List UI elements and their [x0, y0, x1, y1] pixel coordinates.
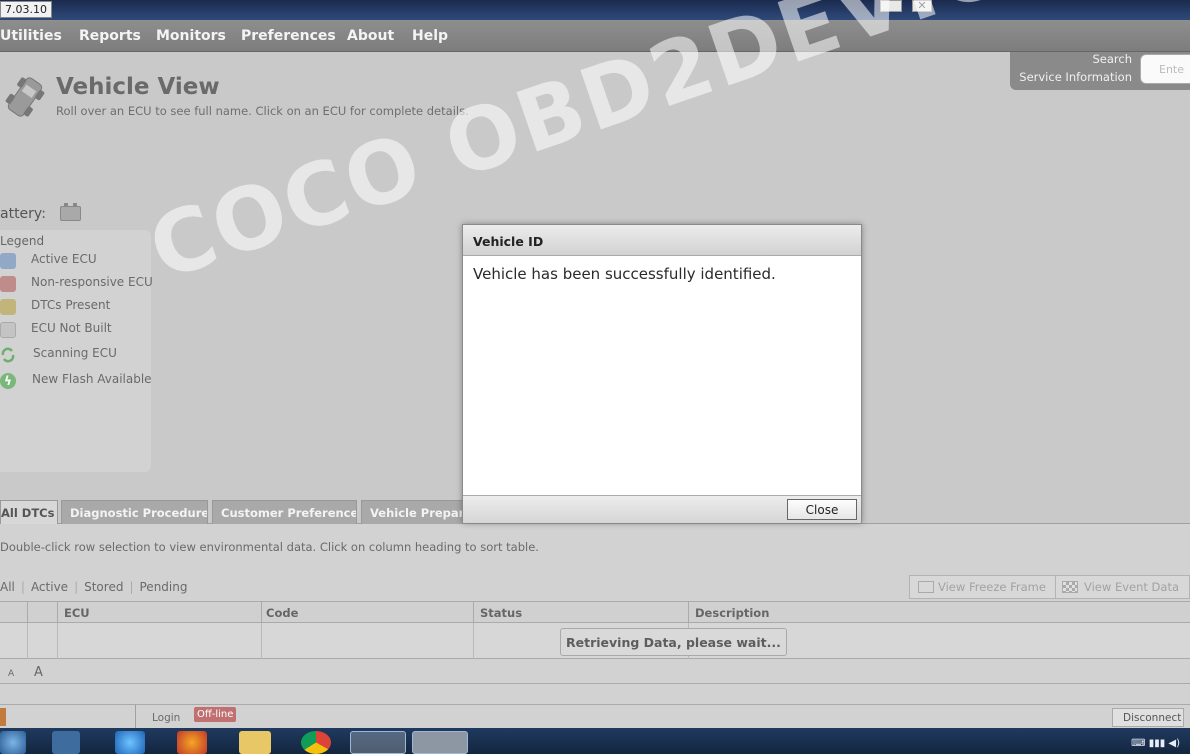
legend-item: Scanning ECU: [0, 344, 151, 364]
tab-all-dtcs[interactable]: All DTCs: [0, 500, 58, 524]
filter-all[interactable]: All: [0, 580, 15, 594]
decrease-font-button[interactable]: A: [8, 669, 14, 679]
legend-label: ECU Not Built: [31, 321, 112, 335]
view-event-data-button[interactable]: View Event Data: [1055, 575, 1190, 599]
legend-item: ECU Not Built: [0, 319, 151, 339]
legend-label: DTCs Present: [31, 298, 111, 312]
menu-about[interactable]: About: [347, 28, 394, 44]
dialog-footer: Close: [463, 495, 861, 523]
column-blank: [28, 602, 58, 624]
column-status[interactable]: Status: [474, 602, 689, 624]
tab-customer-preferences[interactable]: Customer Preferences: [212, 500, 357, 524]
service-information-label: Service Information: [1019, 70, 1132, 84]
flash-icon: ϟ: [0, 373, 16, 389]
start-button-icon[interactable]: [0, 731, 26, 754]
column-ecu[interactable]: ECU: [58, 602, 262, 624]
firefox-icon[interactable]: [177, 731, 207, 754]
app-window-icon[interactable]: [412, 731, 468, 754]
retrieving-data-message: Retrieving Data, please wait...: [560, 628, 787, 656]
menu-help[interactable]: Help: [412, 28, 448, 44]
vehicle-icon: [5, 77, 45, 117]
legend-item: Active ECU: [0, 250, 151, 270]
legend-label: New Flash Available: [32, 372, 152, 386]
keyboard-icon[interactable]: [880, 0, 902, 12]
dtc-table-body: Retrieving Data, please wait...: [0, 623, 1190, 659]
dtcs-present-swatch: [0, 299, 16, 315]
search-service-info: Search Service Information Ente: [1010, 52, 1190, 90]
legend-item: DTCs Present: [0, 296, 151, 316]
search-label: Search: [1092, 52, 1132, 66]
chrome-icon[interactable]: [301, 731, 331, 754]
close-button[interactable]: Close: [787, 499, 857, 520]
menu-preferences[interactable]: Preferences: [241, 28, 336, 44]
os-taskbar: ⌨ ▮▮▮ ◀): [0, 728, 1190, 754]
media-player-icon[interactable]: [52, 731, 80, 754]
dtc-table-header: ECU Code Status Description: [0, 601, 1190, 624]
view-freeze-frame-label: View Freeze Frame: [938, 580, 1046, 594]
folder-icon[interactable]: [239, 731, 271, 754]
battery-icon: [60, 203, 81, 221]
legend-label: Scanning ECU: [33, 346, 117, 360]
offline-badge: Off-line: [194, 707, 237, 722]
filter-pending[interactable]: Pending: [140, 580, 188, 594]
tab-vehicle-preparation[interactable]: Vehicle Prepara: [361, 500, 463, 524]
close-icon[interactable]: ✕: [912, 0, 932, 12]
teamviewer-icon[interactable]: [350, 731, 406, 754]
search-input[interactable]: Ente: [1140, 54, 1190, 84]
filter-active[interactable]: Active: [31, 580, 68, 594]
increase-font-button[interactable]: A: [34, 665, 43, 680]
view-event-data-label: View Event Data: [1084, 580, 1180, 594]
login-link[interactable]: Login: [152, 712, 180, 724]
dtc-filter-bar: All | Active | Stored | Pending: [0, 580, 188, 594]
version-label: 7.03.10: [0, 1, 52, 18]
status-bar: Login Off-line Disconnect: [0, 704, 1190, 729]
dialog-message: Vehicle has been successfully identified…: [473, 265, 776, 283]
menu-monitors[interactable]: Monitors: [156, 28, 226, 44]
active-ecu-swatch: [0, 253, 16, 269]
camera-icon: [918, 581, 934, 593]
battery-label: attery:: [0, 206, 46, 222]
internet-explorer-icon[interactable]: [115, 731, 145, 754]
page-title: Vehicle View: [56, 74, 220, 100]
window-titlebar: 7.03.10 ✕: [0, 0, 1190, 20]
font-size-controls: A A: [0, 662, 1190, 684]
tab-diagnostic-procedures[interactable]: Diagnostic Procedures: [61, 500, 208, 524]
column-blank: [0, 602, 28, 624]
page-header: Vehicle View Roll over an ECU to see ful…: [0, 52, 1190, 148]
legend-panel: Legend Active ECU Non-responsive ECU DTC…: [0, 230, 153, 472]
menu-bar: Utilities Reports Monitors Preferences A…: [0, 20, 1190, 52]
refresh-icon: [1, 347, 15, 363]
status-indicator: [0, 708, 6, 726]
legend-title: Legend: [0, 234, 45, 248]
dialog-title: Vehicle ID: [463, 225, 861, 256]
legend-item: Non-responsive ECU: [0, 273, 153, 293]
view-freeze-frame-button[interactable]: View Freeze Frame: [909, 575, 1057, 599]
menu-reports[interactable]: Reports: [79, 28, 141, 44]
legend-label: Active ECU: [31, 252, 97, 266]
ecu-not-built-swatch: [0, 322, 16, 338]
disconnect-button[interactable]: Disconnect: [1112, 708, 1184, 727]
page-subtitle: Roll over an ECU to see full name. Click…: [56, 104, 469, 118]
menu-utilities[interactable]: Utilities: [0, 28, 62, 44]
instruction-text: Double-click row selection to view envir…: [0, 540, 539, 554]
dtc-content: Double-click row selection to view envir…: [0, 524, 1190, 704]
checkered-flag-icon: [1062, 581, 1078, 593]
column-code[interactable]: Code: [262, 602, 474, 624]
non-responsive-ecu-swatch: [0, 276, 16, 292]
filter-stored[interactable]: Stored: [84, 580, 123, 594]
column-description[interactable]: Description: [689, 602, 1190, 624]
legend-label: Non-responsive ECU: [31, 275, 153, 289]
system-tray: ⌨ ▮▮▮ ◀): [1131, 738, 1180, 749]
vehicle-id-dialog: Vehicle ID Vehicle has been successfully…: [462, 224, 862, 523]
legend-item: ϟ New Flash Available: [0, 370, 152, 390]
